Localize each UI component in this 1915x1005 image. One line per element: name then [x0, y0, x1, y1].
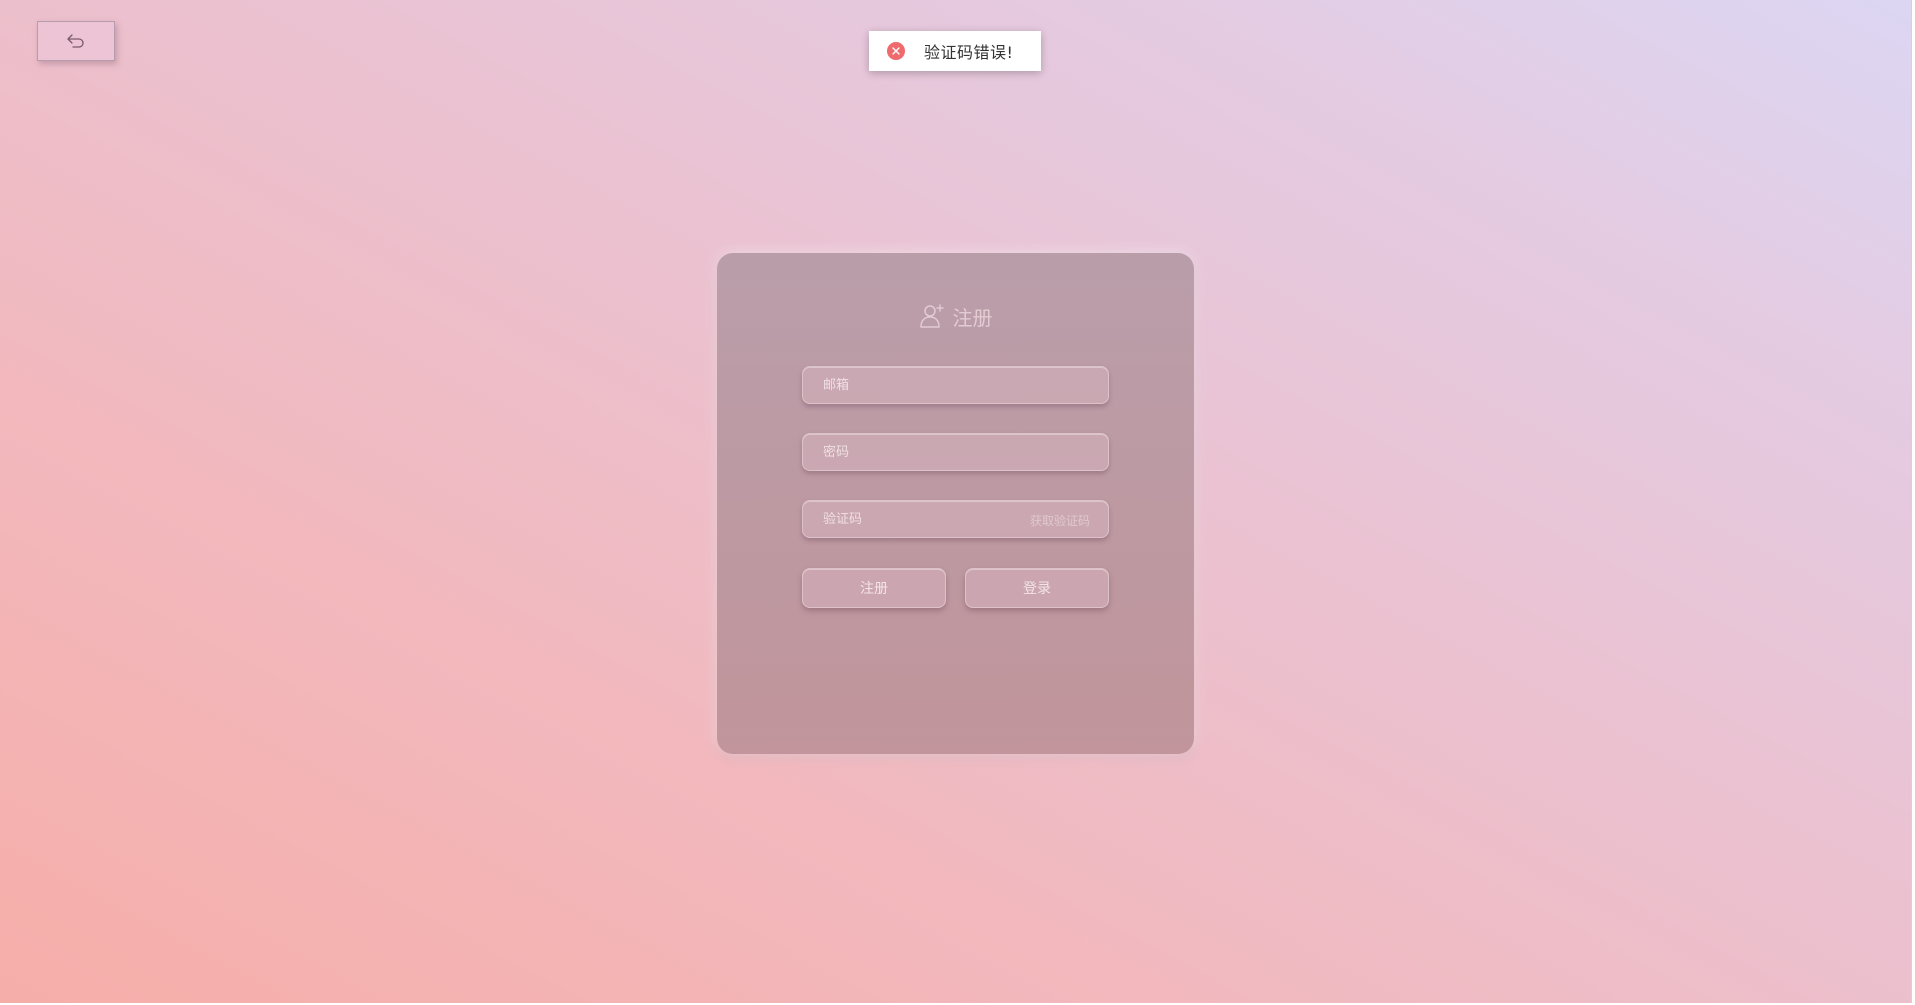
undo-arrow-icon: [67, 34, 84, 48]
get-code-button[interactable]: 获取验证码: [1030, 512, 1090, 529]
email-input[interactable]: [803, 367, 1108, 403]
email-field[interactable]: [802, 366, 1109, 404]
page: 验证码错误! 注册 获取验证码 注册 登录: [0, 0, 1915, 1005]
login-button[interactable]: 登录: [965, 568, 1109, 608]
user-plus-icon: [919, 304, 944, 328]
back-button[interactable]: [37, 21, 115, 61]
password-input[interactable]: [803, 434, 1108, 470]
error-circle-icon: [887, 42, 905, 60]
card-title-text: 注册: [952, 305, 993, 330]
toast-message: 验证码错误!: [924, 43, 1014, 62]
password-field[interactable]: [802, 433, 1109, 471]
register-button[interactable]: 注册: [802, 568, 946, 608]
error-toast: 验证码错误!: [869, 31, 1041, 71]
register-card: 注册 获取验证码 注册 登录: [717, 253, 1194, 754]
card-title: 注册: [717, 301, 1194, 331]
verification-code-field[interactable]: 获取验证码: [802, 500, 1109, 538]
